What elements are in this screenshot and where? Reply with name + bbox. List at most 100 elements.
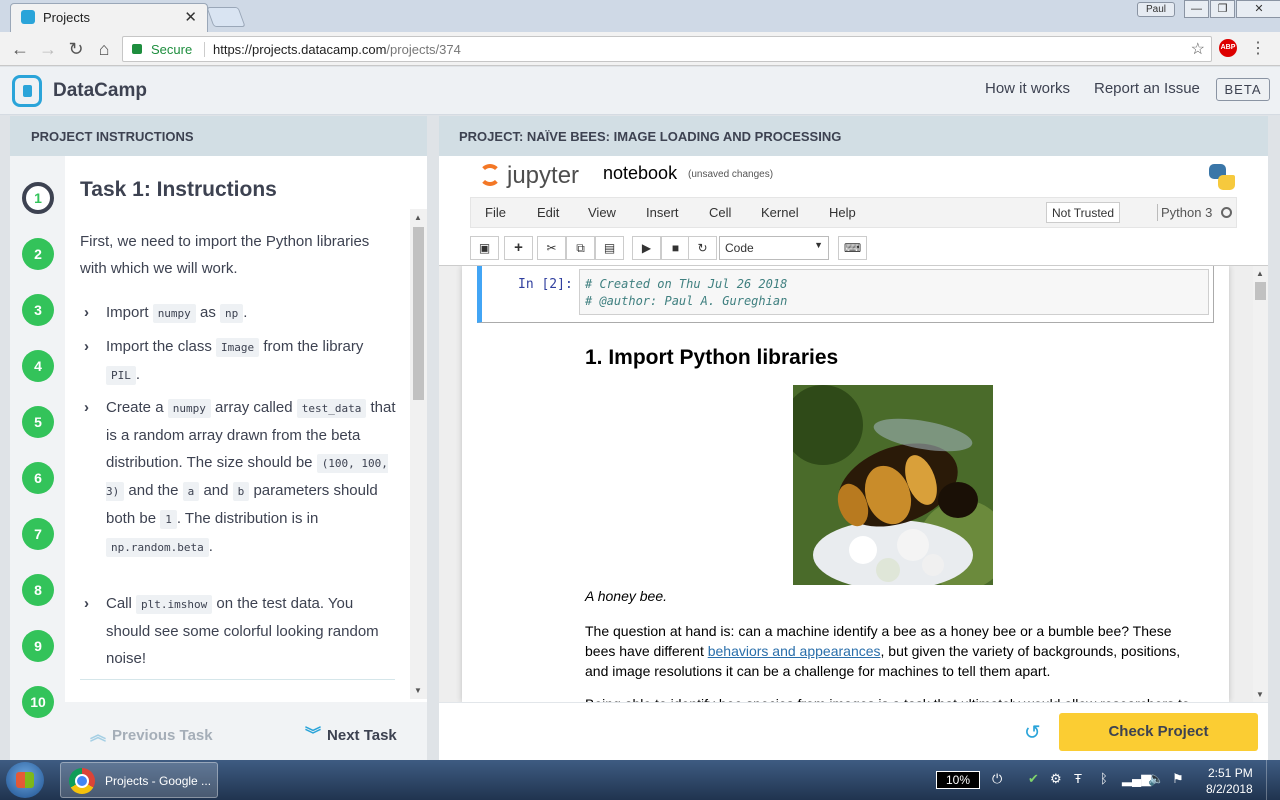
cell-type-select[interactable]: Code ▼: [719, 236, 829, 260]
task-step-2[interactable]: 2: [22, 238, 54, 270]
task-step-9[interactable]: 9: [22, 630, 54, 662]
task-step-5[interactable]: 5: [22, 406, 54, 438]
task-step-1[interactable]: 1: [22, 182, 54, 214]
show-desktop-button[interactable]: [1266, 760, 1280, 800]
url-text[interactable]: https://projects.datacamp.com/projects/3…: [213, 42, 461, 57]
os-taskbar: Projects - Google ... 10% ⏻ ✔ ⚙ Ŧ ᛒ ▂▄▆ …: [0, 760, 1280, 800]
previous-task-button[interactable]: ︽ Previous Task: [90, 721, 213, 745]
browser-titlebar: Projects ✕ Paul — ❐ ✕: [0, 0, 1280, 32]
browser-menu-icon[interactable]: ⋮: [1250, 38, 1266, 58]
menu-insert[interactable]: Insert: [646, 205, 679, 220]
back-icon[interactable]: ←: [8, 37, 32, 61]
bookmark-star-icon[interactable]: ☆: [1191, 39, 1205, 59]
task-step-10[interactable]: 10: [22, 686, 54, 718]
kernel-name: Python 3: [1161, 205, 1213, 220]
task-steps: 1 2 3 4 5 6 7 8 9 10: [10, 156, 65, 760]
instruction-item: › Call plt.imshow on the test data. You …: [80, 590, 400, 672]
forward-icon[interactable]: →: [36, 37, 60, 61]
run-icon[interactable]: ▶: [632, 236, 661, 260]
task-step-4[interactable]: 4: [22, 350, 54, 382]
adblock-icon[interactable]: ABP: [1219, 39, 1237, 57]
menu-edit[interactable]: Edit: [537, 205, 559, 220]
scrollbar-thumb[interactable]: [1255, 282, 1266, 300]
jupyter-logo-icon[interactable]: [479, 164, 501, 186]
menu-file[interactable]: File: [485, 205, 506, 220]
chevron-right-icon: ›: [84, 399, 89, 416]
double-chevron-up-icon: ︽: [90, 727, 107, 744]
copy-icon[interactable]: ⧉: [566, 236, 595, 260]
instruction-item: › Create a numpy array called test_data …: [80, 394, 400, 561]
task-title: Task 1: Instructions: [80, 178, 277, 201]
code-editor[interactable]: # Created on Thu Jul 26 2018 # @author: …: [579, 269, 1209, 315]
battery-meter[interactable]: 10%: [936, 771, 980, 789]
menu-view[interactable]: View: [588, 205, 616, 220]
instructions-scrollbar[interactable]: ▲ ▼: [410, 209, 427, 699]
scrollbar-thumb[interactable]: [413, 227, 424, 400]
trust-status-button[interactable]: Not Trusted: [1046, 202, 1121, 223]
check-project-button[interactable]: Check Project: [1059, 713, 1258, 751]
next-task-button[interactable]: ︾ Next Task: [305, 721, 397, 745]
language-icon[interactable]: Ŧ: [1074, 771, 1082, 786]
save-status: (unsaved changes): [688, 169, 774, 180]
save-icon[interactable]: ▣: [470, 236, 499, 260]
jupyter-logo-text[interactable]: jupyter: [507, 162, 579, 190]
scroll-up-icon[interactable]: ▲: [1256, 269, 1264, 278]
insert-cell-icon[interactable]: +: [504, 236, 533, 260]
instructions-panel: PROJECT INSTRUCTIONS 1 2 3 4 5 6 7 8 9 1…: [10, 116, 427, 760]
security-check-icon[interactable]: ✔: [1028, 771, 1039, 787]
code-cell[interactable]: In [2]: # Created on Thu Jul 26 2018 # @…: [477, 266, 1214, 323]
jupyter-menubar: File Edit View Insert Cell Kernel Help N…: [470, 197, 1237, 228]
instructions-panel-title: PROJECT INSTRUCTIONS: [10, 116, 427, 156]
menu-cell[interactable]: Cell: [709, 205, 731, 220]
taskbar-chrome-app[interactable]: Projects - Google ...: [60, 762, 218, 798]
window-controls: — ❐ ✕: [1183, 0, 1280, 18]
cut-icon[interactable]: ✂: [537, 236, 566, 260]
task-step-3[interactable]: 3: [22, 294, 54, 326]
instruction-item: › Import the class Image from the librar…: [80, 333, 400, 389]
profile-button[interactable]: Paul: [1137, 2, 1175, 17]
report-issue-link[interactable]: Report an Issue: [1094, 80, 1200, 97]
scroll-up-icon[interactable]: ▲: [414, 213, 422, 222]
clock-time[interactable]: 2:51 PM: [1208, 766, 1253, 780]
address-bar[interactable]: Secure https://projects.datacamp.com/pro…: [122, 36, 1212, 62]
brand-name[interactable]: DataCamp: [53, 80, 147, 102]
scroll-down-icon[interactable]: ▼: [414, 686, 422, 695]
keyboard-icon[interactable]: ⌨: [838, 236, 867, 260]
scroll-down-icon[interactable]: ▼: [1256, 690, 1264, 699]
minimize-icon[interactable]: —: [1184, 0, 1209, 18]
settings-gear-icon[interactable]: ⚙: [1050, 771, 1062, 787]
paste-icon[interactable]: ▤: [595, 236, 624, 260]
action-center-flag-icon[interactable]: ⚑: [1172, 771, 1184, 787]
behaviors-link[interactable]: behaviors and appearances: [708, 643, 881, 659]
notebook-name[interactable]: notebook: [603, 163, 677, 184]
reload-icon[interactable]: ↻: [64, 37, 88, 61]
new-tab-button[interactable]: [206, 7, 246, 27]
start-button[interactable]: [6, 762, 44, 798]
power-plug-icon[interactable]: ⏻: [992, 771, 1002, 787]
bluetooth-icon[interactable]: ᛒ: [1100, 771, 1108, 786]
network-signal-icon[interactable]: ▂▄▆: [1122, 771, 1151, 787]
menu-kernel[interactable]: Kernel: [761, 205, 799, 220]
how-it-works-link[interactable]: How it works: [985, 80, 1070, 97]
browser-tab[interactable]: Projects ✕: [10, 3, 208, 32]
close-tab-icon[interactable]: ✕: [184, 8, 197, 26]
task-step-6[interactable]: 6: [22, 462, 54, 494]
restart-icon[interactable]: ↻: [688, 236, 717, 260]
stop-icon[interactable]: ■: [661, 236, 690, 260]
task-intro: First, we need to import the Python libr…: [80, 233, 370, 277]
home-icon[interactable]: ⌂: [92, 37, 116, 61]
task-step-7[interactable]: 7: [22, 518, 54, 550]
taskbar-app-label: Projects - Google ...: [105, 774, 212, 788]
reset-icon[interactable]: ↺: [1024, 720, 1041, 745]
volume-icon[interactable]: 🔈: [1148, 771, 1164, 787]
chevron-right-icon: ›: [84, 595, 89, 612]
notebook-scrollbar[interactable]: ▲ ▼: [1253, 266, 1268, 702]
restore-icon[interactable]: ❐: [1210, 0, 1235, 18]
close-window-icon[interactable]: ✕: [1236, 0, 1280, 18]
datacamp-logo-icon[interactable]: [12, 75, 42, 107]
clock-date[interactable]: 8/2/2018: [1206, 782, 1253, 796]
task-step-8[interactable]: 8: [22, 574, 54, 606]
instructions-divider: [80, 679, 395, 680]
menu-help[interactable]: Help: [829, 205, 856, 220]
image-caption: A honey bee.: [585, 588, 667, 604]
